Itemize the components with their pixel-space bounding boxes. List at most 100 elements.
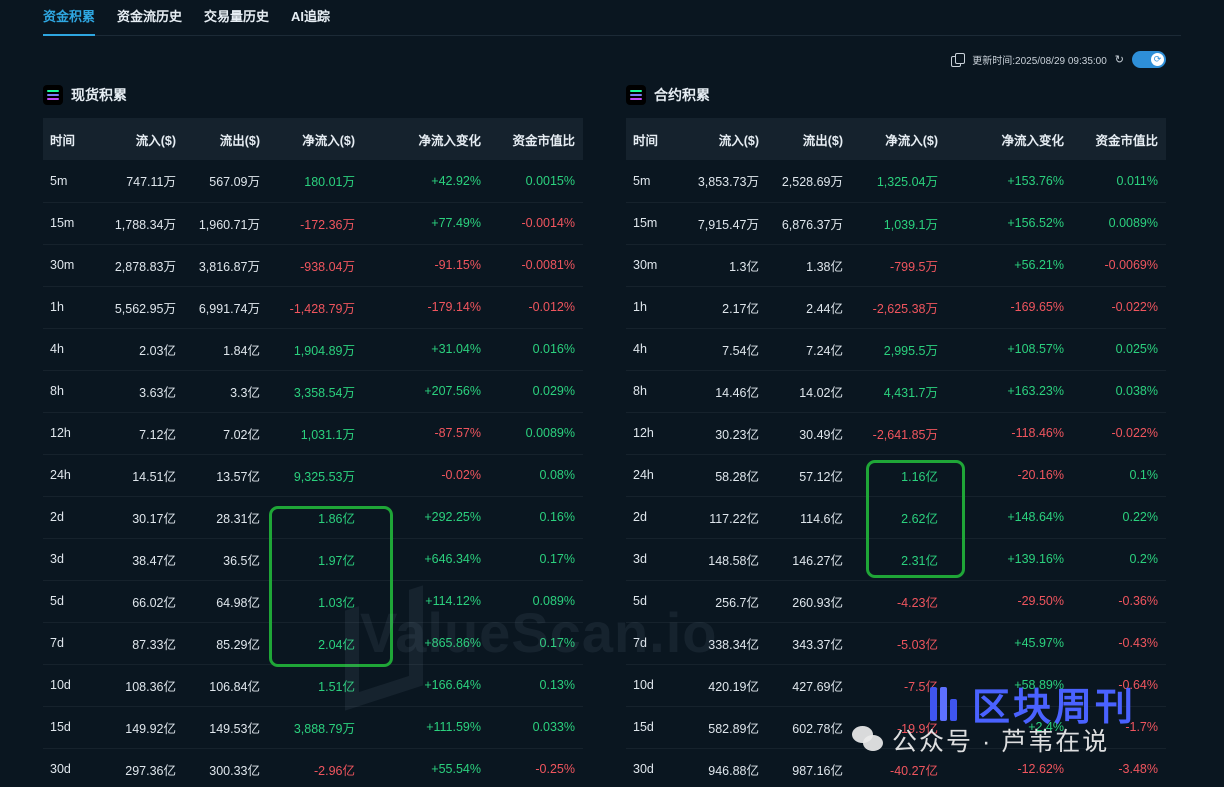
col-inflow: 流入($) [718, 133, 759, 148]
refresh-knob-icon: ⟳ [1151, 52, 1164, 66]
cell-netflow: -2,641.85万 [872, 427, 938, 442]
cell-netflow: -2,625.38万 [872, 301, 938, 316]
cell-netflow: 1.16亿 [901, 469, 938, 484]
cell-inflow: 7,915.47万 [697, 217, 759, 232]
cell-netflow: 2.04亿 [318, 637, 355, 652]
cell-netflow-change: +55.54% [431, 762, 481, 776]
futures-panel: 合约积累 时间 流入($) 流出($) 净流入($) 净流入变化 资金市值比 5… [626, 84, 1166, 787]
cell-time: 2d [633, 510, 647, 524]
cell-outflow: 1.84亿 [223, 343, 260, 358]
cell-time: 12h [633, 426, 654, 440]
cell-outflow: 36.5亿 [223, 553, 260, 568]
cell-netflow: -19.9亿 [897, 721, 938, 736]
table-row: 7d 87.33亿 85.29亿 2.04亿 +865.86% 0.17% [43, 622, 583, 664]
col-netflow-change: 净流入变化 [1001, 133, 1064, 148]
cell-netflow: 1,325.04万 [876, 175, 938, 190]
cell-outflow: 343.37亿 [792, 637, 843, 652]
tab-volume-history[interactable]: 交易量历史 [204, 0, 269, 36]
cell-outflow: 602.78亿 [792, 721, 843, 736]
cell-outflow: 6,991.74万 [198, 301, 260, 316]
table-row: 30d 297.36亿 300.33亿 -2.96亿 +55.54% -0.25% [43, 748, 583, 787]
cell-inflow: 2.03亿 [139, 343, 176, 358]
spot-table: 时间 流入($) 流出($) 净流入($) 净流入变化 资金市值比 5m 747.… [43, 118, 583, 787]
cell-inflow: 38.47亿 [132, 553, 176, 568]
cell-cap-ratio: -0.36% [1118, 594, 1158, 608]
cell-netflow-change: -29.50% [1017, 594, 1064, 608]
cell-netflow: -40.27亿 [890, 763, 938, 778]
cell-time: 8h [633, 384, 647, 398]
cell-outflow: 30.49亿 [799, 427, 843, 442]
cell-netflow-change: -169.65% [1010, 300, 1064, 314]
table-row: 12h 30.23亿 30.49亿 -2,641.85万 -118.46% -0.022% [626, 412, 1166, 454]
cell-netflow-change: +45.97% [1014, 636, 1064, 650]
cell-inflow: 108.36亿 [125, 679, 176, 694]
cell-cap-ratio: 0.016% [532, 342, 575, 356]
cell-time: 2d [50, 510, 64, 524]
cell-outflow: 987.16亿 [792, 763, 843, 778]
refresh-icon[interactable]: ↻ [1115, 53, 1124, 66]
table-row: 10d 420.19亿 427.69亿 -7.5亿 +58.89% -0.64% [626, 664, 1166, 706]
tab-ai-tracking[interactable]: AI追踪 [291, 0, 330, 36]
cell-inflow: 30.17亿 [132, 511, 176, 526]
cell-netflow: -938.04万 [300, 259, 355, 274]
cell-cap-ratio: 0.011% [1116, 173, 1158, 188]
auto-refresh-toggle[interactable]: ⟳ [1132, 50, 1166, 68]
cell-inflow: 256.7亿 [715, 595, 759, 610]
cell-cap-ratio: -0.022% [1111, 300, 1158, 314]
cell-cap-ratio: -0.43% [1118, 636, 1158, 650]
cell-netflow: 1,031.1万 [300, 427, 355, 442]
cell-inflow: 148.58亿 [708, 553, 759, 568]
copy-icon[interactable] [951, 52, 966, 67]
cell-cap-ratio: -0.64% [1118, 678, 1158, 692]
cell-cap-ratio: -0.012% [528, 300, 575, 314]
cell-cap-ratio: 0.089% [532, 594, 575, 608]
cell-time: 15d [633, 720, 654, 734]
cell-outflow: 567.09万 [209, 175, 260, 190]
cell-outflow: 6,876.37万 [781, 217, 843, 232]
cell-cap-ratio: 0.1% [1129, 468, 1159, 482]
cell-time: 30m [50, 258, 75, 272]
cell-outflow: 28.31亿 [216, 511, 260, 526]
cell-inflow: 2.17亿 [722, 301, 759, 316]
cell-netflow: -1,428.79万 [289, 301, 355, 316]
table-row: 12h 7.12亿 7.02亿 1,031.1万 -87.57% 0.0089% [43, 412, 583, 454]
table-row: 5d 66.02亿 64.98亿 1.03亿 +114.12% 0.089% [43, 580, 583, 622]
cell-netflow-change: +114.12% [425, 594, 481, 608]
cell-netflow-change: +56.21% [1014, 258, 1064, 272]
tab-capital-accumulation[interactable]: 资金积累 [43, 0, 96, 36]
cell-inflow: 14.51亿 [132, 469, 176, 484]
table-row: 4h 7.54亿 7.24亿 2,995.5万 +108.57% 0.025% [626, 328, 1166, 370]
cell-netflow: 2.62亿 [901, 511, 938, 526]
cell-netflow: 180.01万 [304, 175, 355, 190]
cell-inflow: 297.36亿 [125, 763, 176, 778]
cell-inflow: 582.89亿 [708, 721, 759, 736]
cell-cap-ratio: 0.0089% [1108, 216, 1158, 230]
cell-cap-ratio: 0.16% [539, 510, 575, 524]
cell-outflow: 64.98亿 [216, 595, 260, 610]
cell-netflow: -4.23亿 [897, 595, 938, 610]
solana-icon [626, 85, 646, 105]
cell-netflow-change: +139.16% [1007, 552, 1064, 566]
cell-netflow: 3,358.54万 [293, 385, 355, 400]
cell-inflow: 87.33亿 [132, 637, 176, 652]
cell-inflow: 30.23亿 [715, 427, 759, 442]
cell-netflow-change: +153.76% [1007, 173, 1064, 188]
tab-capital-flow-history[interactable]: 资金流历史 [117, 0, 182, 36]
cell-inflow: 7.54亿 [722, 343, 759, 358]
cell-cap-ratio: -0.0081% [521, 258, 575, 272]
cell-netflow-change: -20.16% [1017, 468, 1064, 482]
cell-netflow-change: +156.52% [1007, 216, 1064, 230]
cell-time: 30m [633, 258, 658, 272]
cell-time: 4h [50, 342, 64, 356]
table-row: 30d 946.88亿 987.16亿 -40.27亿 -12.62% -3.48% [626, 748, 1166, 787]
cell-netflow-change: +2.4% [1028, 720, 1064, 734]
cell-netflow: 1.03亿 [318, 595, 355, 610]
cell-outflow: 300.33亿 [209, 763, 260, 778]
cell-netflow: -2.96亿 [314, 763, 355, 778]
cell-inflow: 2,878.83万 [114, 259, 176, 274]
cell-outflow: 2.44亿 [806, 301, 843, 316]
cell-cap-ratio: -0.0014% [521, 216, 575, 230]
table-row: 15m 1,788.34万 1,960.71万 -172.36万 +77.49% -0.0… [43, 202, 583, 244]
table-row: 15d 582.89亿 602.78亿 -19.9亿 +2.4% -1.7% [626, 706, 1166, 748]
cell-inflow: 420.19亿 [708, 679, 759, 694]
